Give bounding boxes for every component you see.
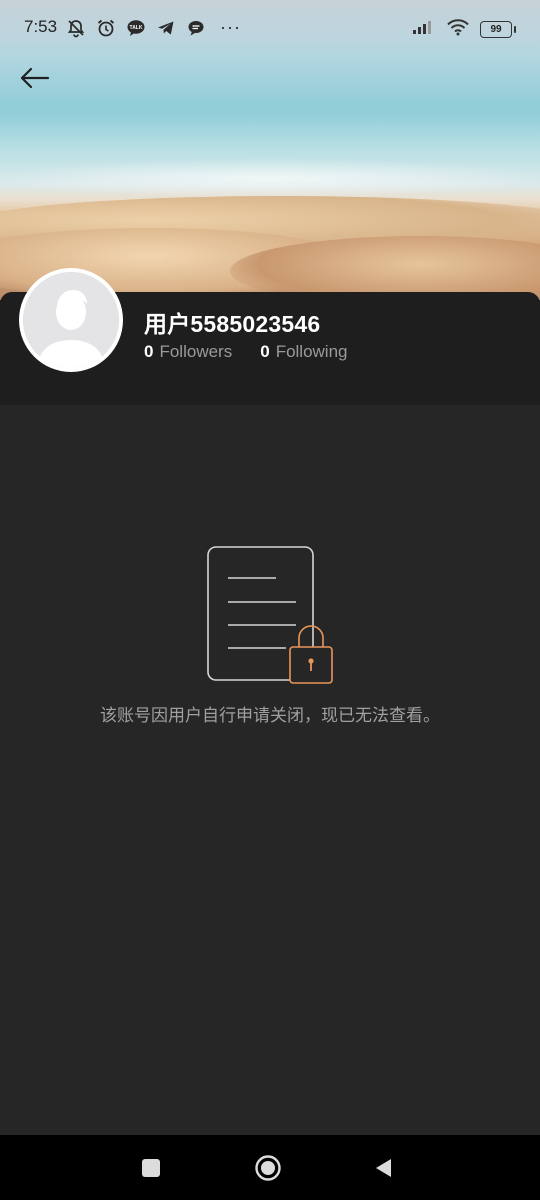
recents-square-icon (142, 1159, 160, 1177)
back-triangle-icon (376, 1159, 391, 1177)
notifications-off-icon (66, 18, 86, 38)
status-time: 7:53 (24, 17, 58, 36)
status-icons-right: 99 (412, 18, 516, 41)
alarm-icon (96, 18, 116, 38)
followers-count: 0 (144, 342, 154, 361)
chat-bubble-icon (186, 18, 206, 38)
following-stat[interactable]: 0 Following (260, 342, 347, 362)
nav-back-button[interactable] (367, 1151, 401, 1185)
talk-icon: TALK (126, 18, 146, 38)
battery-icon: 99 (480, 21, 516, 38)
status-icons-left: TALK ··· (66, 17, 241, 38)
home-button[interactable] (251, 1151, 285, 1185)
status-bar: 7:53 TALK ··· 99 (0, 0, 540, 56)
avatar[interactable] (19, 268, 123, 372)
default-avatar-icon (23, 272, 119, 368)
home-circle-icon (255, 1155, 281, 1181)
signal-icon (412, 19, 436, 40)
svg-text:TALK: TALK (130, 25, 143, 31)
main-content: 该账号因用户自行申请关闭，现已无法查看。 (0, 405, 540, 1135)
following-label: Following (275, 342, 348, 361)
back-button[interactable] (14, 58, 54, 98)
document-lock-icon (206, 545, 336, 685)
telegram-icon (156, 18, 176, 38)
profile-stats: 0 Followers 0 Following (144, 342, 348, 362)
more-icon: ··· (220, 17, 241, 37)
system-nav-bar (0, 1135, 540, 1200)
account-closed-message: 该账号因用户自行申请关闭，现已无法查看。 (100, 706, 440, 726)
username: 用户5585023546 (144, 311, 321, 337)
wifi-icon (446, 18, 470, 41)
followers-label: Followers (159, 342, 233, 361)
account-closed-screen: 7:53 TALK ··· 99 用户5585023546 0 Follower… (0, 0, 540, 1200)
followers-stat[interactable]: 0 Followers (144, 342, 232, 362)
arrow-left-icon (20, 67, 50, 89)
recents-button[interactable] (134, 1151, 168, 1185)
following-count: 0 (260, 342, 270, 361)
